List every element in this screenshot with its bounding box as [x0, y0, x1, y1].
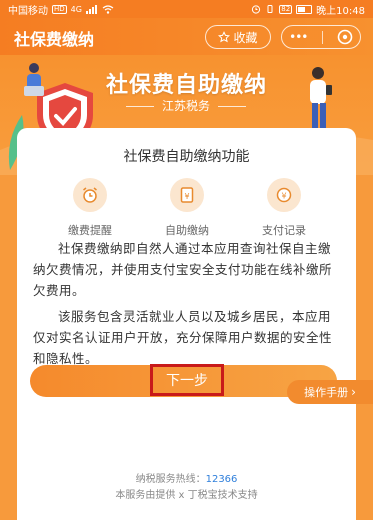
battery-icon [296, 4, 313, 14]
feature-label: 缴费提醒 [68, 224, 112, 237]
network-text: 4G [70, 4, 82, 14]
feature-icon-circle: ¥ [267, 178, 301, 212]
status-bar: 中国移动 HD 4G 82 晚上10:48 [0, 0, 373, 18]
more-button[interactable]: ••• [289, 30, 308, 44]
battery-percent: 82 [279, 4, 293, 14]
hero-subtitle: 江苏税务 [126, 96, 246, 116]
mini-program-capsule: ••• [281, 25, 361, 49]
user-manual-button[interactable]: 操作手册 › [287, 380, 373, 404]
app-title: 社保费缴纳 [14, 30, 95, 49]
clock-text: 晚上10:48 [316, 5, 365, 17]
description-paragraph-1: 社保费缴纳即自然人通过本应用查询社保自主缴纳欠费情况，并使用支付宝安全支付功能在… [33, 241, 333, 298]
feature-label: 自助缴纳 [165, 224, 209, 237]
signal-icon [85, 4, 97, 14]
hotline-number[interactable]: 12366 [206, 474, 238, 485]
svg-text:¥: ¥ [184, 192, 189, 201]
hotline-label: 纳税服务热线： [135, 474, 206, 485]
provider-text: 本服务由提供 x 丁税宝技术支持 [115, 490, 258, 501]
wifi-icon [102, 4, 114, 14]
hotline-line: 纳税服务热线：12366 [0, 470, 373, 485]
favorite-button[interactable]: 收藏 [205, 25, 271, 49]
status-left: 中国移动 HD 4G [8, 2, 114, 17]
feature-icon-circle [73, 178, 107, 212]
feature-icon-circle: ¥ [170, 178, 204, 212]
chevron-right-icon: › [351, 385, 356, 399]
payment-record-icon: ¥ [276, 187, 292, 203]
favorite-label: 收藏 [233, 30, 258, 45]
carrier-text: 中国移动 [8, 5, 48, 17]
feature-payment-records: ¥ 支付记录 [244, 178, 324, 238]
alarm-status-icon [252, 5, 261, 14]
payment-document-icon: ¥ [180, 187, 194, 203]
description-paragraph-2: 该服务包含灵活就业人员以及城乡居民，本应用仅对实名认证用户开放，充分保障用户数据… [33, 309, 333, 366]
vibrate-icon [267, 5, 273, 13]
feature-payment-reminder: 缴费提醒 [50, 178, 130, 238]
svg-text:¥: ¥ [281, 192, 286, 201]
close-icon[interactable] [337, 29, 353, 45]
alarm-clock-icon [83, 187, 97, 203]
star-icon [218, 31, 231, 43]
title-bar: 社保费缴纳 收藏 ••• [0, 18, 373, 55]
next-step-button[interactable]: 下一步 [150, 364, 224, 396]
hero-title: 社保费自助缴纳 [105, 73, 267, 98]
feature-label: 支付记录 [262, 224, 306, 237]
manual-label: 操作手册 [304, 386, 349, 399]
card-title: 社保费自助缴纳功能 [123, 149, 250, 165]
capsule-divider [321, 30, 323, 44]
hd-badge: HD [52, 4, 67, 14]
feature-self-payment: ¥ 自助缴纳 [147, 178, 227, 238]
main-card: 社保费自助缴纳功能 缴费提醒 ¥ 自助缴纳 ¥ 支付记录 社保费缴纳即自然人通过… [17, 128, 356, 520]
status-right: 82 晚上10:48 [251, 2, 365, 17]
